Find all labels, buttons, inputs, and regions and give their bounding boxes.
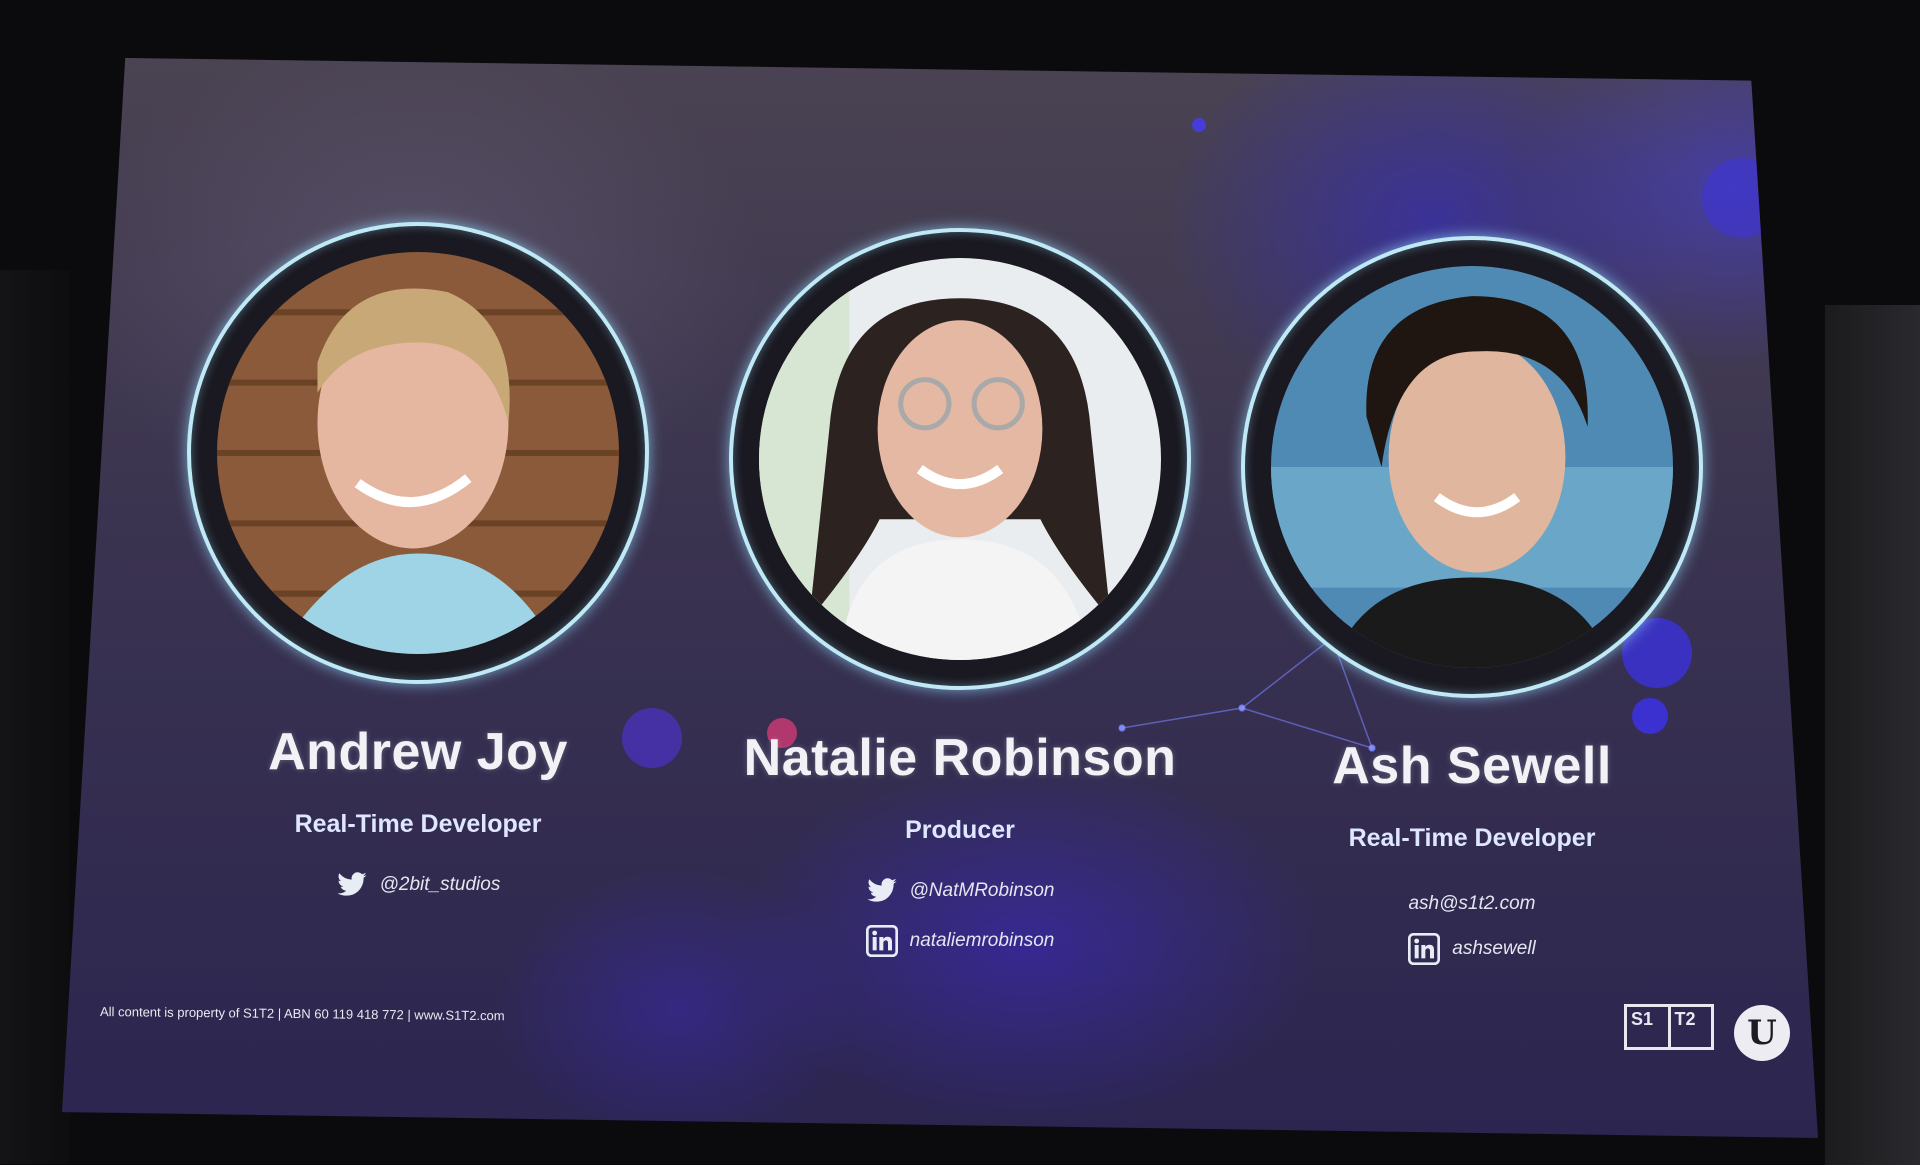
contact-linkedin[interactable]: ashsewell (1212, 933, 1732, 965)
portrait-ring (729, 228, 1191, 690)
logo-t2: T2 (1667, 1007, 1712, 1047)
contact-text: ash@s1t2.com (1408, 893, 1536, 914)
linkedin-icon (865, 925, 898, 957)
contact-email[interactable]: ash@s1t2.com (1212, 893, 1732, 915)
person-card-ash: Ash Sewell Real-Time Developer ash@s1t2.… (1212, 236, 1732, 965)
room-wall-left (0, 270, 70, 1164)
unreal-glyph: U (1747, 1013, 1777, 1053)
person-name: Natalie Robinson (743, 729, 1177, 787)
portrait-photo (1271, 266, 1673, 668)
contact-text: ashsewell (1452, 938, 1536, 959)
twitter-icon (866, 875, 898, 907)
person-card-natalie: Natalie Robinson Producer @NatMRobinson … (700, 228, 1220, 957)
portrait-ring (187, 222, 649, 684)
person-role: Real-Time Developer (294, 810, 542, 838)
logo-s1: S1 (1631, 1009, 1654, 1029)
linkedin-icon (1408, 933, 1441, 965)
person-role: Real-Time Developer (1348, 824, 1596, 852)
person-name: Andrew Joy (268, 723, 568, 781)
portrait-photo (759, 258, 1161, 660)
portrait-ring (1241, 236, 1703, 698)
person-role: Producer (905, 816, 1015, 844)
bokeh-dot (1192, 118, 1206, 132)
person-name: Ash Sewell (1332, 737, 1612, 795)
contact-linkedin[interactable]: nataliemrobinson (700, 925, 1220, 957)
contact-twitter[interactable]: @NatMRobinson (700, 875, 1220, 907)
twitter-icon (336, 869, 368, 901)
bokeh-dot (1702, 158, 1782, 238)
person-card-andrew: Andrew Joy Real-Time Developer @2bit_stu… (158, 222, 678, 901)
contact-text: @2bit_studios (379, 874, 501, 895)
s1t2-logo: S1 T2 (1624, 1004, 1714, 1050)
room-wall-right (1825, 305, 1920, 1165)
contact-text: @NatMRobinson (909, 880, 1055, 901)
contact-twitter[interactable]: @2bit_studios (158, 869, 678, 901)
portrait-photo (217, 252, 619, 654)
contact-text: nataliemrobinson (909, 930, 1055, 951)
unreal-engine-logo: U (1734, 1005, 1790, 1061)
